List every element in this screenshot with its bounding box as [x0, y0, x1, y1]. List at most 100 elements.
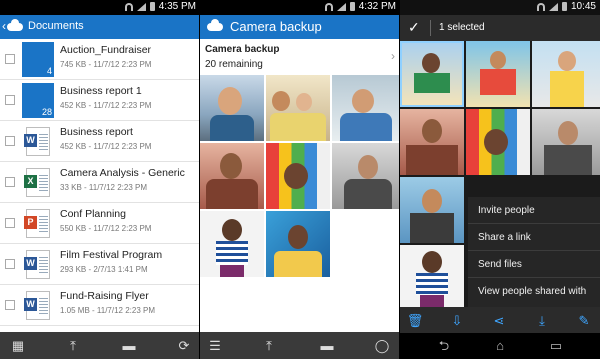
status-time: 10:45	[570, 1, 596, 12]
folder-icon: 4	[22, 42, 54, 77]
status-time: 4:32 PM	[358, 1, 396, 12]
page-title: Camera backup	[230, 19, 322, 34]
system-nav-bar: ⮌ ⌂ ▭	[400, 333, 600, 359]
file-name: Fund-Raising Flyer	[60, 290, 149, 302]
wifi-icon	[536, 2, 545, 11]
status-bar: 10:45	[400, 0, 600, 15]
excel-document-icon: X	[24, 168, 50, 197]
home-icon[interactable]: ⌂	[488, 338, 512, 354]
photo-thumbnail[interactable]	[400, 109, 464, 175]
file-name: Business report	[60, 126, 133, 138]
onedrive-logo-icon[interactable]	[207, 19, 223, 31]
photo-thumbnail[interactable]	[532, 109, 600, 175]
menu-item-label: Send files	[478, 259, 522, 270]
file-row-business-report[interactable]: W Business report 452 KB - 11/7/12 2:23 …	[0, 121, 200, 162]
signal-icon	[548, 2, 558, 11]
signal-icon	[136, 2, 146, 11]
photo-thumbnail[interactable]	[466, 41, 530, 107]
photo-thumbnail[interactable]	[200, 75, 264, 141]
rename-icon[interactable]: ✎	[575, 312, 593, 329]
bottom-toolbar: ▦ ⤒ ▬ ⟳	[0, 332, 200, 359]
photo-thumbnail-selected[interactable]	[400, 41, 464, 107]
upload-icon[interactable]: ⤒	[260, 337, 278, 354]
status-bar: 4:35 PM	[0, 0, 200, 15]
file-row-auction-fundraiser[interactable]: 4 Auction_Fundraiser 745 KB - 11/7/12 2:…	[0, 39, 200, 80]
photo-thumbnail[interactable]	[532, 41, 600, 107]
file-row-business-report-1[interactable]: 28 Business report 1 452 KB - 11/7/12 2:…	[0, 80, 200, 121]
bottom-toolbar: ☰ ⤒ ▬ ◯	[200, 332, 400, 359]
onedrive-logo-icon[interactable]	[7, 19, 23, 31]
row-checkbox[interactable]	[5, 54, 15, 64]
row-checkbox[interactable]	[5, 95, 15, 105]
photo-thumbnail[interactable]	[400, 245, 464, 307]
file-meta: 550 KB - 11/7/12 2:23 PM	[60, 224, 152, 233]
file-meta: 452 KB - 11/7/12 2:23 PM	[60, 101, 152, 110]
back-icon[interactable]: ⮌	[432, 338, 456, 354]
folder-count: 4	[46, 66, 52, 76]
word-document-icon: W	[24, 127, 50, 156]
file-name: Conf Planning	[60, 208, 126, 220]
menu-item-invite-people[interactable]: Invite people	[468, 197, 600, 224]
file-meta: 745 KB - 11/7/12 2:23 PM	[60, 60, 152, 69]
file-meta: 452 KB - 11/7/12 2:23 PM	[60, 142, 152, 151]
powerpoint-document-icon: P	[24, 209, 50, 238]
refresh-icon[interactable]: ⟳	[175, 337, 193, 354]
move-icon[interactable]: ⇩	[448, 312, 466, 329]
battery-icon	[561, 2, 567, 11]
recent-apps-icon[interactable]: ▭	[544, 338, 568, 354]
new-folder-icon[interactable]: ▬	[120, 337, 138, 354]
row-checkbox[interactable]	[5, 259, 15, 269]
file-meta: 33 KB - 11/7/12 2:23 PM	[60, 183, 148, 192]
word-document-icon: W	[24, 250, 50, 279]
delete-icon[interactable]: 🗑	[406, 312, 424, 329]
word-badge: W	[24, 134, 37, 147]
done-check-icon[interactable]: ✓	[408, 19, 420, 36]
download-icon[interactable]: ⤓	[533, 312, 551, 329]
file-row-conf-planning[interactable]: P Conf Planning 550 KB - 11/7/12 2:23 PM	[0, 203, 200, 244]
chevron-right-icon: ›	[391, 49, 395, 63]
file-row-film-festival[interactable]: W Film Festival Program 293 KB - 2/7/13 …	[0, 244, 200, 285]
file-name: Auction_Fundraiser	[60, 44, 152, 56]
file-row-camera-analysis[interactable]: X Camera Analysis - Generic 33 KB - 11/7…	[0, 162, 200, 203]
file-meta: 293 KB - 2/7/13 1:41 PM	[60, 265, 148, 274]
photo-thumbnail[interactable]	[200, 143, 264, 209]
share-context-menu: Invite people Share a link Send files Vi…	[468, 197, 600, 307]
row-checkbox[interactable]	[5, 300, 15, 310]
row-checkbox[interactable]	[5, 136, 15, 146]
file-name: Business report 1	[60, 85, 142, 97]
file-name: Film Festival Program	[60, 249, 163, 261]
back-chevron-icon[interactable]: ‹	[2, 19, 6, 33]
file-meta: 1.05 MB - 11/7/12 2:23 PM	[60, 306, 156, 315]
documents-screen: 4:35 PM ‹ Documents 4 Auction_Fundraiser…	[0, 0, 200, 359]
menu-item-send-files[interactable]: Send files	[468, 251, 600, 278]
excel-badge: X	[24, 175, 37, 188]
folder-count: 28	[41, 107, 52, 117]
list-view-icon[interactable]: ☰	[206, 337, 224, 354]
share-icon[interactable]: ⋖	[490, 312, 508, 329]
menu-item-view-people-shared[interactable]: View people shared with	[468, 278, 600, 305]
new-folder-icon[interactable]: ▬	[318, 337, 336, 354]
photo-thumbnail[interactable]	[400, 177, 464, 243]
upload-icon[interactable]: ⤒	[64, 337, 82, 354]
row-checkbox[interactable]	[5, 218, 15, 228]
menu-item-label: View people shared with	[478, 286, 587, 297]
photo-thumbnail[interactable]	[466, 109, 530, 175]
camera-backup-status[interactable]: Camera backup 20 remaining ›	[200, 39, 400, 75]
word-badge: W	[24, 257, 37, 270]
selection-bar: ✓ 1 selected	[400, 15, 600, 41]
folder-icon: 28	[22, 83, 54, 118]
file-row-fund-raising-flyer[interactable]: W Fund-Raising Flyer 1.05 MB - 11/7/12 2…	[0, 285, 200, 326]
menu-item-share-link[interactable]: Share a link	[468, 224, 600, 251]
app-header: Camera backup	[200, 15, 400, 39]
grid-view-icon[interactable]: ▦	[9, 337, 27, 354]
row-checkbox[interactable]	[5, 177, 15, 187]
photo-thumbnail[interactable]	[266, 143, 330, 209]
file-list: 4 Auction_Fundraiser 745 KB - 11/7/12 2:…	[0, 39, 200, 332]
photo-thumbnail[interactable]	[332, 75, 400, 141]
photo-thumbnail[interactable]	[332, 143, 400, 209]
select-icon[interactable]: ◯	[373, 337, 391, 354]
photo-thumbnail[interactable]	[266, 75, 330, 141]
photo-thumbnail[interactable]	[200, 211, 264, 277]
photo-thumbnail[interactable]	[266, 211, 330, 277]
signal-icon	[336, 2, 346, 11]
